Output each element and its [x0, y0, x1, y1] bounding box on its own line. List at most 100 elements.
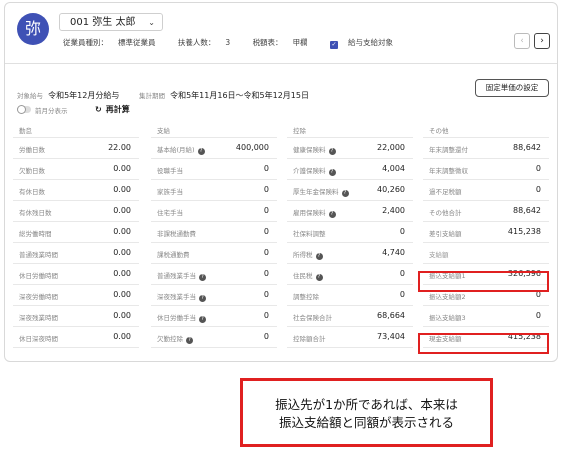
deduction-row-label-text: 控除額合計	[293, 335, 326, 343]
deduction-row-label: 社会保険合計	[293, 312, 332, 322]
deduction-row-label-text: 介護保険料	[293, 167, 326, 175]
deduction-row-value: 40,260	[377, 185, 405, 194]
chevron-down-icon: ⌄	[148, 18, 155, 27]
payment-row: 非課税通勤費 0	[151, 222, 277, 243]
payment-row: 普通残業手当? 0	[151, 264, 277, 285]
help-icon[interactable]: ?	[186, 337, 193, 344]
deduction-row-label: 控除額合計	[293, 333, 326, 343]
attendance-row-value: 0.00	[113, 164, 131, 173]
dependents-value: 3	[225, 38, 231, 47]
other-row-label-text: 振込支給額2	[429, 293, 466, 301]
dependents-label: 扶養人数：	[177, 38, 216, 47]
other-row-label-text: 振込支給額3	[429, 314, 466, 322]
payment-row-label: 休日労働手当?	[157, 312, 206, 323]
attendance-row-label: 有休残日数	[19, 207, 52, 217]
deduction-row-label-text: 健康保険料	[293, 146, 326, 154]
deduction-row-label-text: 雇用保険料	[293, 209, 326, 217]
deduction-row-value: 68,664	[377, 311, 405, 320]
period-info: 集計期間 令和5年11月16日～令和5年12月15日	[139, 83, 309, 102]
highlight-cash-payment	[418, 333, 549, 354]
deduction-row-value: 22,000	[377, 143, 405, 152]
payment-row-value: 400,000	[235, 143, 269, 152]
other-row-value: 88,642	[513, 206, 541, 215]
help-icon[interactable]: ?	[341, 190, 349, 197]
payment-row-value: 0	[263, 164, 269, 173]
other-row: その他合計 88,642	[423, 201, 549, 222]
employee-type-label: 従業員種別：	[63, 38, 108, 47]
employee-select[interactable]: 001 弥生 太郎 ⌄	[59, 13, 163, 31]
attendance-row: 普通残業時間 0.00	[13, 243, 139, 264]
attendance-row: 労働日数 22.00	[13, 138, 139, 159]
attendance-row-label: 有休日数	[19, 186, 45, 196]
other-row-label: 振込支給額2	[429, 291, 466, 301]
payment-row-label: 住宅手当	[157, 207, 183, 217]
prev-month-toggle[interactable]	[17, 105, 31, 114]
attendance-row-value: 0.00	[113, 290, 131, 299]
payment-row: 住宅手当 0	[151, 201, 277, 222]
employee-select-value: 001 弥生 太郎	[70, 17, 136, 28]
payment-row-value: 0	[263, 206, 269, 215]
recalc-button[interactable]: ↻ 再計算	[95, 104, 130, 115]
payment-row-label: 家族手当	[157, 186, 183, 196]
help-icon[interactable]: ?	[199, 274, 206, 281]
attendance-row: 欠勤日数 0.00	[13, 159, 139, 180]
attendance-row-value: 0.00	[113, 227, 131, 236]
payment-row: 課税通勤費 0	[151, 243, 277, 264]
payment-row-value: 0	[263, 311, 269, 320]
attendance-row-value: 0.00	[113, 185, 131, 194]
other-row: 支給額	[423, 243, 549, 264]
deduction-row-label: 社保料調整	[293, 228, 326, 238]
deduction-row: 雇用保険料? 2,400	[287, 201, 413, 222]
payment-row-value: 0	[263, 185, 269, 194]
help-icon[interactable]: ?	[199, 295, 206, 302]
deduction-row-value: 73,404	[377, 332, 405, 341]
target-pay-label: 対象給与	[17, 92, 43, 100]
attendance-row-label: 労働日数	[19, 144, 45, 154]
tax-table-label: 税額表：	[252, 38, 283, 47]
other-row-label-text: 年末調整徴収	[429, 167, 468, 175]
payment-row: 休日労働手当? 0	[151, 306, 277, 327]
payroll-panel: 弥 001 弥生 太郎 ⌄ 従業員種別： 標準従業員 扶養人数： 3 税額表： 甲欄 …	[4, 2, 558, 362]
other-row-value: 88,642	[513, 143, 541, 152]
payment-row-value: 0	[263, 269, 269, 278]
target-pay-info: 対象給与 令和5年12月分給与	[17, 83, 119, 102]
next-employee-button[interactable]: ›	[534, 33, 550, 49]
payment-row-label-text: 役職手当	[157, 167, 183, 175]
help-icon[interactable]: ?	[328, 211, 336, 218]
deduction-header: 控除	[287, 125, 413, 138]
payment-row: 家族手当 0	[151, 180, 277, 201]
help-icon[interactable]: ?	[328, 148, 336, 155]
deduction-row: 控除額合計 73,404	[287, 327, 413, 348]
deduction-row-label-text: 社会保険合計	[293, 314, 332, 322]
deduction-column: 控除健康保険料? 22,000 介護保険料? 4,004 厚生年金保険料? 40,260 雇…	[287, 125, 413, 348]
deduction-row-value: 4,740	[382, 248, 405, 257]
help-icon[interactable]: ?	[197, 148, 205, 155]
help-icon[interactable]: ?	[328, 169, 336, 176]
deduction-row-label: 介護保険料?	[293, 165, 336, 176]
payment-row: 深夜残業手当? 0	[151, 285, 277, 306]
deduction-row: 住民税? 0	[287, 264, 413, 285]
attendance-row-label-text: 普通残業時間	[19, 251, 58, 259]
payment-header: 支給	[151, 125, 277, 138]
other-row-label: 差引支給額	[429, 228, 462, 238]
deduction-row-label: 所得税?	[293, 249, 323, 260]
other-row: 過不足税額 0	[423, 180, 549, 201]
help-icon[interactable]: ?	[315, 274, 323, 281]
deduction-row-label-text: 厚生年金保険料	[293, 188, 339, 196]
attendance-row-label: 総労働時間	[19, 228, 52, 238]
deduction-row-value: 2,400	[382, 206, 405, 215]
deduction-row: 厚生年金保険料? 40,260	[287, 180, 413, 201]
help-icon[interactable]: ?	[199, 316, 206, 323]
payment-row-label: 役職手当	[157, 165, 183, 175]
deduction-row: 介護保険料? 4,004	[287, 159, 413, 180]
payment-target-checkbox[interactable]: ✓ 給与支給対象	[329, 38, 403, 49]
fixed-price-settings-button[interactable]: 固定単価の設定	[475, 79, 549, 97]
attendance-row-label-text: 欠勤日数	[19, 167, 45, 175]
prev-employee-button[interactable]: ‹	[514, 33, 530, 49]
deduction-row-label: 調整控除	[293, 291, 319, 301]
attendance-row-value: 0.00	[113, 269, 131, 278]
payment-row-label-text: 欠勤控除	[157, 335, 183, 343]
help-icon[interactable]: ?	[315, 253, 323, 260]
refresh-icon: ↻	[95, 105, 102, 114]
deduction-row-label: 健康保険料?	[293, 144, 336, 155]
